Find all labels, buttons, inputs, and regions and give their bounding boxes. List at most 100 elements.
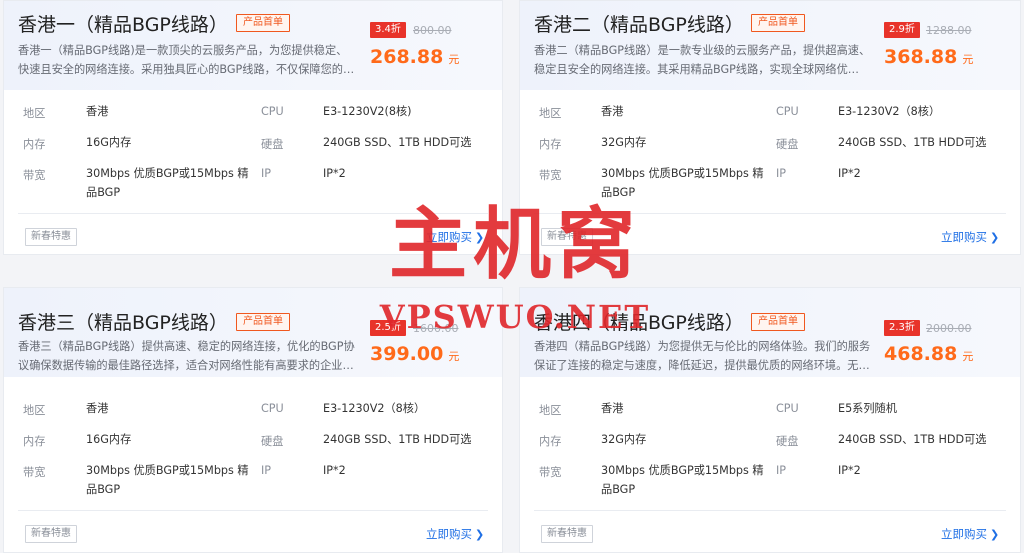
region-label: 地区 <box>539 107 562 120</box>
product-title: 香港二（精品BGP线路） <box>534 14 744 36</box>
cpu-label: CPU <box>261 105 284 118</box>
original-price: 2000.00 <box>926 322 972 335</box>
original-price: 800.00 <box>413 24 452 37</box>
memory-value: 16G内存 <box>86 433 132 446</box>
product-description: 香港三（精品BGP线路）提供高速、稳定的网络连接，优化的BGP协议确保数据传输的… <box>18 340 355 372</box>
price-unit: 元 <box>962 53 974 66</box>
memory-label: 内存 <box>23 435 46 448</box>
ip-value: IP*2 <box>838 167 861 180</box>
promo-tag: 新春特惠 <box>25 525 77 543</box>
bandwidth-value: 30Mbps 优质BGP或15Mbps 精品BGP <box>601 167 764 199</box>
bandwidth-label: 带宽 <box>539 466 562 479</box>
price: 468.88 元 <box>884 343 973 365</box>
price-value: 468.88 <box>884 343 958 365</box>
buy-now-link[interactable]: 立即购买 ❯ <box>941 229 999 245</box>
cpu-value: E3-1230V2（8核） <box>323 402 426 415</box>
product-title: 香港四（精品BGP线路） <box>534 312 744 334</box>
disk-label: 硬盘 <box>776 138 799 151</box>
price-value: 268.88 <box>370 46 444 68</box>
memory-value: 16G内存 <box>86 136 132 149</box>
memory-label: 内存 <box>539 435 562 448</box>
disk-value: 240GB SSD、1TB HDD可选 <box>838 433 987 446</box>
buy-now-link[interactable]: 立即购买 ❯ <box>426 526 484 542</box>
cpu-label: CPU <box>261 402 284 415</box>
product-grid: 香港一（精品BGP线路） 产品首单 香港一（精品BGP线路)是一款顶尖的云服务产… <box>0 0 1024 553</box>
region-value: 香港 <box>86 105 109 118</box>
product-card-hk3: 香港三（精品BGP线路） 产品首单 香港三（精品BGP线路）提供高速、稳定的网络… <box>3 287 503 553</box>
buy-now-label: 立即购买 <box>941 230 987 244</box>
product-card-hk2: 香港二（精品BGP线路） 产品首单 香港二（精品BGP线路）是一款专业级的云服务… <box>519 0 1021 255</box>
region-value: 香港 <box>86 402 109 415</box>
first-order-tag: 产品首单 <box>236 14 290 32</box>
bandwidth-value: 30Mbps 优质BGP或15Mbps 精品BGP <box>86 464 249 496</box>
discount-badge: 3.4折 <box>370 22 406 38</box>
buy-now-link[interactable]: 立即购买 ❯ <box>941 526 999 542</box>
product-title: 香港三（精品BGP线路） <box>18 312 228 334</box>
product-card-hk4: 香港四（精品BGP线路） 产品首单 香港四（精品BGP线路）为您提供无与伦比的网… <box>519 287 1021 553</box>
cpu-value: E3-1230V2(8核) <box>323 105 412 118</box>
disk-value: 240GB SSD、1TB HDD可选 <box>323 136 472 149</box>
memory-value: 32G内存 <box>601 433 647 446</box>
product-description: 香港二（精品BGP线路）是一款专业级的云服务产品，提供超高速、稳定且安全的网络连… <box>534 44 871 76</box>
region-value: 香港 <box>601 105 624 118</box>
ip-label: IP <box>776 464 787 477</box>
price: 268.88 元 <box>370 46 459 68</box>
buy-now-label: 立即购买 <box>941 527 987 541</box>
region-label: 地区 <box>23 107 46 120</box>
chevron-right-icon: ❯ <box>475 231 485 244</box>
product-description: 香港四（精品BGP线路）为您提供无与伦比的网络体验。我们的服务保证了连接的稳定与… <box>534 340 871 372</box>
memory-label: 内存 <box>23 138 46 151</box>
original-price: 1288.00 <box>926 24 972 37</box>
ip-label: IP <box>776 167 787 180</box>
bandwidth-label: 带宽 <box>539 169 562 182</box>
memory-value: 32G内存 <box>601 136 647 149</box>
bandwidth-value: 30Mbps 优质BGP或15Mbps 精品BGP <box>86 167 249 199</box>
product-description: 香港一（精品BGP线路)是一款顶尖的云服务产品，为您提供稳定、快速且安全的网络连… <box>18 44 355 76</box>
discount-badge: 2.9折 <box>884 22 920 38</box>
ip-label: IP <box>261 464 272 477</box>
price-unit: 元 <box>962 350 974 363</box>
disk-value: 240GB SSD、1TB HDD可选 <box>323 433 472 446</box>
price-value: 399.00 <box>370 343 444 365</box>
region-label: 地区 <box>539 404 562 417</box>
disk-label: 硬盘 <box>261 138 284 151</box>
original-price: 1600.00 <box>413 322 459 335</box>
bandwidth-value: 30Mbps 优质BGP或15Mbps 精品BGP <box>601 464 764 496</box>
first-order-tag: 产品首单 <box>751 14 805 32</box>
product-card-hk1: 香港一（精品BGP线路） 产品首单 香港一（精品BGP线路)是一款顶尖的云服务产… <box>3 0 503 255</box>
divider <box>534 510 1006 511</box>
price-unit: 元 <box>448 350 460 363</box>
cpu-value: E3-1230V2（8核） <box>838 105 941 118</box>
buy-now-label: 立即购买 <box>426 527 472 541</box>
first-order-tag: 产品首单 <box>236 313 290 331</box>
cpu-value: E5系列随机 <box>838 402 897 415</box>
divider <box>18 213 488 214</box>
promo-tag: 新春特惠 <box>541 525 593 543</box>
buy-now-link[interactable]: 立即购买 ❯ <box>426 229 484 245</box>
discount-badge: 2.5折 <box>370 320 406 336</box>
first-order-tag: 产品首单 <box>751 313 805 331</box>
bandwidth-label: 带宽 <box>23 466 46 479</box>
buy-now-label: 立即购买 <box>426 230 472 244</box>
chevron-right-icon: ❯ <box>990 231 1000 244</box>
price-unit: 元 <box>448 53 460 66</box>
chevron-right-icon: ❯ <box>475 528 485 541</box>
region-label: 地区 <box>23 404 46 417</box>
price-value: 368.88 <box>884 46 958 68</box>
cpu-label: CPU <box>776 105 799 118</box>
chevron-right-icon: ❯ <box>990 528 1000 541</box>
divider <box>534 213 1006 214</box>
ip-value: IP*2 <box>838 464 861 477</box>
memory-label: 内存 <box>539 138 562 151</box>
ip-value: IP*2 <box>323 167 346 180</box>
bandwidth-label: 带宽 <box>23 169 46 182</box>
divider <box>18 510 488 511</box>
price: 399.00 元 <box>370 343 459 365</box>
region-value: 香港 <box>601 402 624 415</box>
cpu-label: CPU <box>776 402 799 415</box>
ip-label: IP <box>261 167 272 180</box>
disk-label: 硬盘 <box>776 435 799 448</box>
promo-tag: 新春特惠 <box>541 228 593 246</box>
ip-value: IP*2 <box>323 464 346 477</box>
disk-value: 240GB SSD、1TB HDD可选 <box>838 136 987 149</box>
